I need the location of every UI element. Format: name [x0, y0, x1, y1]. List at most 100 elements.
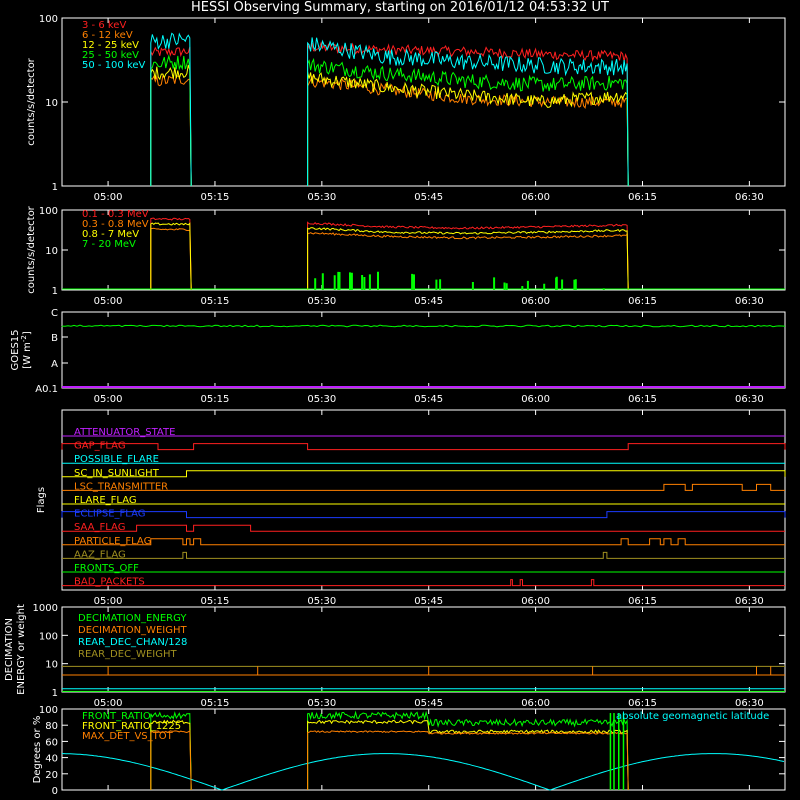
x-tick-label: 06:30 [735, 394, 764, 405]
goes-frame [61, 311, 786, 389]
y-tick-label: 1 [52, 688, 58, 699]
goes-y-units-exponent: -2 [20, 335, 28, 342]
goes-long-channel-line [61, 324, 786, 328]
x-tick-label: 05:00 [94, 698, 123, 709]
x-tick-label: 05:30 [307, 296, 336, 307]
y-tick-label: 10 [45, 246, 58, 257]
x-tick-label: 06:15 [628, 296, 657, 307]
decimation-panel: 1 10 100 1000 05:00 05:15 05:30 05:45 06:00 06:15… [4, 603, 786, 709]
y-tick-label: 1 [52, 286, 58, 297]
x-tick-label: 06:30 [735, 296, 764, 307]
x-tick-label: 05:00 [94, 394, 123, 405]
flag-line [62, 579, 785, 587]
y-tick-label: 60 [45, 737, 58, 748]
flag-label: GAP_FLAG [74, 441, 126, 452]
flag-line [62, 551, 785, 559]
decim-legend-entry: REAR_DEC_CHAN/128 [78, 637, 187, 648]
x-tick-label: 06:15 [628, 596, 657, 607]
y-tick-label: 1 [52, 182, 58, 193]
x-tick-label: 05:15 [201, 394, 230, 405]
goes-y-tick-label: A [51, 359, 58, 370]
xray-y-label: counts/s/detector [26, 57, 37, 145]
decim-legend-entry: DECIMATION_ENERGY [78, 613, 187, 624]
xray-series-line [150, 74, 629, 187]
x-tick-label: 05:15 [201, 192, 230, 203]
x-tick-label: 05:15 [201, 596, 230, 607]
xray-frame [61, 17, 786, 187]
hessi-summary-figure: 11010005:00 05:15 05:30 05:45 06:00 06:15 06:3… [4, 14, 786, 797]
flag-line [62, 483, 785, 491]
y-tick-label: 100 [39, 206, 58, 217]
y-tick-label: 100 [39, 705, 58, 716]
goes-y-tick-label: C [51, 308, 58, 319]
gamma-y-label: counts/s/detector [26, 205, 37, 293]
y-tick-label: 10 [45, 98, 58, 109]
x-tick-label: 06:00 [521, 192, 550, 203]
ratio-legend-entry: MAX_DET_VS_TOT [82, 731, 174, 742]
ratio-max-det-line [150, 730, 629, 791]
x-tick-label: 05:15 [201, 296, 230, 307]
x-tick-label: 06:00 [521, 596, 550, 607]
ratio-y-label: Degrees or % [32, 716, 43, 784]
ratio-geomag-legend-entry: absolute geomagnetic latitude [616, 711, 769, 722]
x-tick-label: 05:45 [414, 596, 443, 607]
flag-label: ECLIPSE_FLAG [74, 509, 145, 520]
x-tick-label: 06:15 [628, 394, 657, 405]
x-tick-label: 05:30 [307, 596, 336, 607]
x-tick-label: 06:30 [735, 698, 764, 709]
gamma-panel: 1 10 100 05:00 05:15 05:30 05:45 06:00 06:15 06:3… [26, 205, 786, 307]
x-tick-label: 06:00 [521, 296, 550, 307]
x-tick-label: 05:45 [414, 698, 443, 709]
flag-line [61, 443, 786, 451]
x-tick-label: 06:00 [521, 698, 550, 709]
y-tick-label: 80 [45, 721, 58, 732]
goes-y-tick-label: B [51, 333, 58, 344]
decim-legend-entry: DECIMATION_WEIGHT [78, 625, 187, 636]
x-tick-label: 06:15 [628, 698, 657, 709]
flags-y-label: Flags [36, 487, 47, 513]
y-tick-label: 100 [39, 631, 58, 642]
xray-series-line [150, 32, 629, 187]
x-tick-label: 05:00 [94, 296, 123, 307]
y-tick-label: 0 [52, 786, 58, 797]
goes-y-units: [W m-2] [20, 331, 33, 369]
ratio-geomag-latitude-line [62, 753, 785, 791]
x-tick-label: 05:30 [307, 698, 336, 709]
x-tick-label: 05:45 [414, 296, 443, 307]
flag-line [61, 511, 786, 519]
goes-y-tick-label: A0.1 [35, 384, 58, 395]
flags-panel: 05:00 05:15 05:30 05:45 06:00 06:15 06:30 Flags… [36, 409, 786, 607]
gamma-frame [61, 209, 786, 291]
flag-line [62, 538, 785, 546]
flag-line [62, 524, 785, 532]
ratio-front-ratio-1225-line [150, 719, 629, 791]
decim-weight-line [62, 666, 785, 676]
x-tick-label: 05:15 [201, 698, 230, 709]
xray-series-line [150, 54, 629, 187]
x-tick-label: 06:30 [735, 596, 764, 607]
y-tick-label: 100 [39, 14, 58, 25]
ratio-front-ratio-line [150, 710, 629, 791]
xray-legend-entry: 50 - 100 keV [82, 60, 146, 71]
decim-y-label-2: ENERGY or weight [16, 604, 27, 695]
goes-panel: A0.1 A B C 05:00 05:15 05:30 05:45 06:00 06:15 06:… [10, 308, 786, 405]
x-tick-label: 06:00 [521, 394, 550, 405]
y-tick-label: 1000 [33, 603, 58, 614]
x-tick-label: 05:30 [307, 192, 336, 203]
flag-line [62, 470, 786, 478]
ratio-panel: 020406080100Degrees or % FRONT_RATIOFRONT… [32, 705, 786, 797]
decim-legend-entry: REAR_DEC_WEIGHT [78, 649, 177, 660]
x-tick-label: 06:15 [628, 192, 657, 203]
gamma-legend-entry: 7 - 20 MeV [82, 239, 136, 250]
gamma-7-20-spikes [314, 271, 605, 290]
x-tick-label: 05:00 [94, 596, 123, 607]
y-tick-label: 40 [45, 754, 58, 765]
x-tick-label: 05:30 [307, 394, 336, 405]
x-tick-label: 05:45 [414, 192, 443, 203]
x-tick-label: 05:00 [94, 192, 123, 203]
x-tick-label: 06:30 [735, 192, 764, 203]
y-tick-label: 10 [45, 660, 58, 671]
xray-panel: 1 10 100 05:00 05:15 05:30 05:45 06:00 06:15 06:3… [26, 14, 786, 203]
y-tick-label: 20 [45, 770, 58, 781]
decim-y-label: DECIMATION [4, 618, 15, 681]
